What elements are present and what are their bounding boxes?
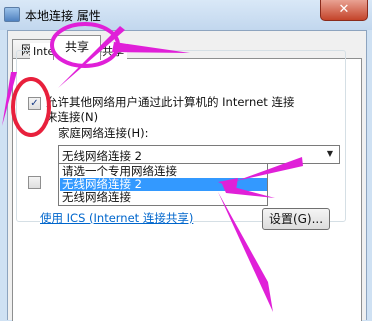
chevron-down-icon[interactable]: ▼ xyxy=(327,149,333,158)
dropdown-option[interactable]: 无线网络连接 xyxy=(60,191,267,204)
allow-sharing-label-line2: 来连接(N) xyxy=(46,110,99,124)
network-icon xyxy=(4,7,20,22)
home-network-select-value: 无线网络连接 2 xyxy=(62,149,142,163)
allow-sharing-label: 允许其他网络用户通过此计算机的 Internet 连接 xyxy=(46,95,295,109)
settings-button[interactable]: 设置(G)... xyxy=(262,208,330,230)
home-network-select[interactable]: 无线网络连接 2 ▼ xyxy=(58,145,340,164)
home-network-dropdown-list: 请选一个专用网络连接 无线网络连接 2 无线网络连接 xyxy=(58,163,268,206)
title-bar: 本地连接 属性 ✕ xyxy=(0,0,372,30)
allow-control-checkbox[interactable] xyxy=(28,176,41,189)
close-button[interactable]: ✕ xyxy=(320,0,368,21)
window-title: 本地连接 属性 xyxy=(25,9,101,23)
tab-sharing[interactable]: 共享 xyxy=(53,35,101,60)
home-network-label: 家庭网络连接(H): xyxy=(58,126,149,140)
ics-help-link[interactable]: 使用 ICS (Internet 连接共享) xyxy=(40,210,194,226)
allow-sharing-checkbox[interactable]: ✓ xyxy=(28,97,41,110)
